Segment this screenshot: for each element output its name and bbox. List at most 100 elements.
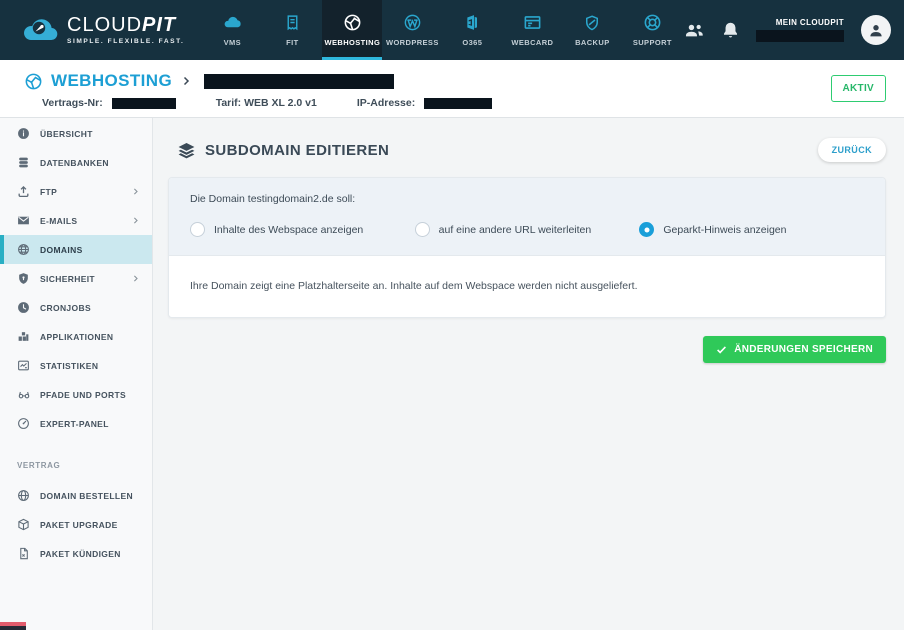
sidebar-item-pfade-und-ports[interactable]: PFADE UND PORTS: [0, 380, 152, 409]
nav-label: FIT: [286, 38, 298, 47]
sidebar-item-datenbanken[interactable]: DATENBANKEN: [0, 148, 152, 177]
widget-dark-bar: [0, 626, 26, 630]
sidebar-item-uebersicht[interactable]: ÜBERSICHT: [0, 119, 152, 148]
page-title-text: SUBDOMAIN EDITIEREN: [205, 142, 389, 159]
option-show-webspace[interactable]: Inhalte des Webspace anzeigen: [190, 222, 415, 237]
contract-details: Vertrags-Nr: Tarif: WEB XL 2.0 v1 IP-Adr…: [24, 97, 904, 109]
radio-button[interactable]: [190, 222, 205, 237]
page-title: SUBDOMAIN EDITIEREN: [177, 141, 389, 160]
database-icon: [17, 156, 31, 169]
sidebar-item-domains[interactable]: DOMAINS: [0, 235, 152, 264]
globe-icon: [17, 243, 31, 256]
nav-item-support[interactable]: SUPPORT: [622, 0, 682, 60]
title-row: SUBDOMAIN EDITIEREN ZURÜCK: [168, 138, 886, 162]
sidebar-item-paket-upgrade[interactable]: PAKET UPGRADE: [0, 510, 152, 539]
sidebar: ÜBERSICHT DATENBANKEN FTP E-MAILS DOMAIN…: [0, 118, 153, 630]
account-menu[interactable]: MEIN CLOUDPIT: [756, 18, 844, 42]
sidebar-item-sicherheit[interactable]: SICHERHEIT: [0, 264, 152, 293]
redacted-domain-name: [204, 74, 394, 89]
bottom-left-widget: [0, 622, 26, 630]
nav-item-o365[interactable]: O365: [442, 0, 502, 60]
nav-label: WEBCARD: [511, 38, 553, 47]
envelope-icon: [17, 214, 31, 227]
account-label: MEIN CLOUDPIT: [776, 18, 844, 27]
radio-button[interactable]: [415, 222, 430, 237]
redacted-ip-address: [424, 98, 492, 109]
nav-label: O365: [462, 38, 482, 47]
users-group-icon[interactable]: [683, 21, 705, 39]
sidebar-item-paket-kuendigen[interactable]: PAKET KÜNDIGEN: [0, 539, 152, 568]
nav-label: WEBHOSTING: [325, 38, 381, 47]
main-panel: SUBDOMAIN EDITIEREN ZURÜCK Die Domain te…: [153, 118, 904, 630]
form-actions: ÄNDERUNGEN SPEICHERN: [168, 336, 886, 363]
sidebar-item-applikationen[interactable]: APPLIKATIONEN: [0, 322, 152, 351]
sidebar-item-statistiken[interactable]: STATISTIKEN: [0, 351, 152, 380]
package-icon: [17, 518, 31, 531]
browser-card-icon: [523, 13, 542, 32]
back-button[interactable]: ZURÜCK: [818, 138, 886, 162]
nav-label: SUPPORT: [633, 38, 672, 47]
sidebar-item-emails[interactable]: E-MAILS: [0, 206, 152, 235]
ip-address-label: IP-Adresse:: [357, 97, 415, 109]
info-text: Ihre Domain zeigt eine Platzhalterseite …: [190, 280, 864, 292]
globe-icon: [24, 72, 43, 91]
breadcrumb-section[interactable]: WEBHOSTING: [51, 71, 172, 91]
gauge-icon: [17, 417, 31, 430]
brand-tagline: SIMPLE. FLEXIBLE. FAST.: [67, 38, 184, 45]
nav-item-webhosting[interactable]: WEBHOSTING: [322, 0, 382, 60]
form-info-section: Ihre Domain zeigt eine Platzhalterseite …: [169, 256, 885, 317]
sidebar-item-ftp[interactable]: FTP: [0, 177, 152, 206]
globe-icon: [17, 489, 31, 502]
nav-label: VMS: [224, 38, 241, 47]
top-navbar: CLOUDPIT SIMPLE. FLEXIBLE. FAST. VMS FIT…: [0, 0, 904, 60]
nav-item-backup[interactable]: BACKUP: [562, 0, 622, 60]
upload-icon: [17, 185, 31, 198]
cloudpit-cloud-icon: [22, 15, 58, 46]
app-root: CLOUDPIT SIMPLE. FLEXIBLE. FAST. VMS FIT…: [0, 0, 904, 630]
radio-button[interactable]: [639, 222, 654, 237]
option-redirect-url[interactable]: auf eine andere URL weiterleiten: [415, 222, 640, 237]
lifebuoy-icon: [643, 13, 662, 32]
nav-right-cluster: MEIN CLOUDPIT: [683, 0, 904, 60]
cloud-icon: [223, 13, 242, 32]
chevron-right-icon: [131, 187, 140, 196]
shield-icon: [583, 13, 601, 32]
sidebar-item-cronjobs[interactable]: CRONJOBS: [0, 293, 152, 322]
sidebar-item-domain-bestellen[interactable]: DOMAIN BESTELLEN: [0, 481, 152, 510]
brand-name: CLOUD: [67, 14, 142, 36]
avatar[interactable]: [861, 15, 891, 45]
save-button[interactable]: ÄNDERUNGEN SPEICHERN: [703, 336, 886, 363]
brand-text: CLOUDPIT SIMPLE. FLEXIBLE. FAST.: [67, 15, 184, 45]
primary-nav: VMS FIT WEBHOSTING WORDPRESS O365 WEBCAR…: [202, 0, 682, 60]
chevron-right-icon: [180, 75, 192, 87]
nav-label: BACKUP: [575, 38, 609, 47]
document-icon: [17, 547, 31, 560]
nav-item-wordpress[interactable]: WORDPRESS: [382, 0, 442, 60]
chart-icon: [17, 359, 31, 372]
status-badge[interactable]: AKTIV: [831, 75, 887, 102]
nav-item-fit[interactable]: FIT: [262, 0, 322, 60]
sidebar-item-expert-panel[interactable]: EXPERT-PANEL: [0, 409, 152, 438]
brand-logo[interactable]: CLOUDPIT SIMPLE. FLEXIBLE. FAST.: [0, 0, 202, 60]
office-icon: [464, 13, 480, 32]
nav-item-webcard[interactable]: WEBCARD: [502, 0, 562, 60]
breadcrumb: WEBHOSTING: [24, 71, 904, 91]
bell-icon[interactable]: [722, 21, 739, 40]
sidebar-section-vertrag: VERTRAG: [0, 438, 152, 481]
layers-icon: [177, 141, 196, 160]
redacted-account-name: [756, 30, 844, 42]
chevron-right-icon: [131, 216, 140, 225]
check-icon: [716, 344, 727, 355]
clock-icon: [17, 301, 31, 314]
content-area: ÜBERSICHT DATENBANKEN FTP E-MAILS DOMAIN…: [0, 118, 904, 630]
redacted-contract-number: [112, 98, 176, 109]
nav-item-vms[interactable]: VMS: [202, 0, 262, 60]
chevron-right-icon: [131, 274, 140, 283]
receipt-icon: [284, 13, 301, 32]
brand-name-bold: PIT: [142, 14, 176, 36]
globe-network-icon: [343, 13, 362, 32]
contract-number-label: Vertrags-Nr:: [42, 97, 103, 109]
option-parked-notice[interactable]: Geparkt-Hinweis anzeigen: [639, 222, 864, 237]
glasses-icon: [17, 388, 31, 401]
context-header: WEBHOSTING Vertrags-Nr: Tarif: WEB XL 2.…: [0, 60, 904, 118]
